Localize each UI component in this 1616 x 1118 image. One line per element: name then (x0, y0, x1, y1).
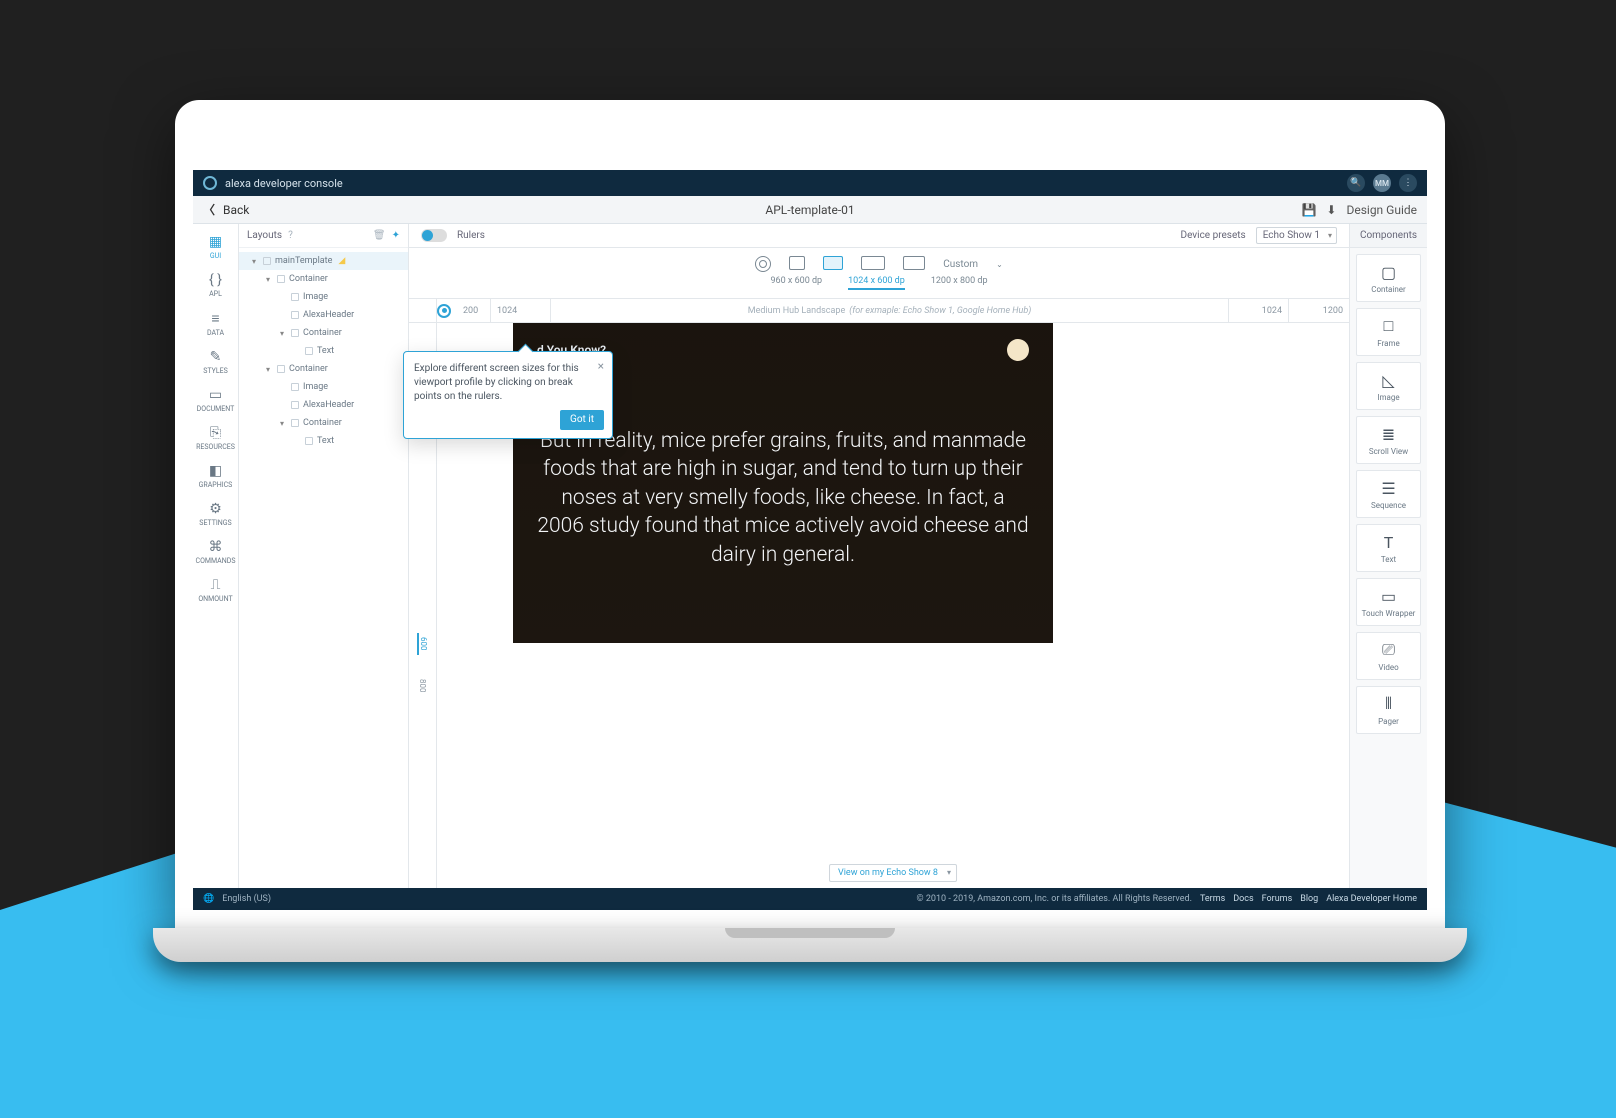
footer-link-forums[interactable]: Forums (1262, 894, 1293, 904)
close-icon[interactable]: × (598, 358, 604, 375)
help-icon[interactable]: ? (288, 230, 293, 241)
tree-row[interactable]: Image (239, 378, 408, 396)
view-on-device-select[interactable]: View on my Echo Show 8 (829, 864, 957, 882)
search-icon[interactable]: 🔍 (1347, 174, 1365, 192)
horizontal-ruler[interactable]: 200 1024 Medium Hub Landscape (for exmap… (409, 299, 1349, 323)
component-pager[interactable]: ⦀Pager (1356, 686, 1421, 734)
rail-settings[interactable]: ⚙SETTINGS (193, 495, 238, 533)
viewport-small-icon[interactable] (789, 256, 805, 270)
rail-onmount[interactable]: ⎍ONMOUNT (193, 571, 238, 609)
viewport-round-icon[interactable] (755, 256, 771, 272)
footer-link-blog[interactable]: Blog (1300, 894, 1318, 904)
component-scroll-view[interactable]: ≣Scroll View (1356, 416, 1421, 464)
user-avatar[interactable]: MM (1373, 174, 1391, 192)
data-icon: ≡ (211, 310, 219, 327)
download-icon[interactable]: ⬇ (1326, 203, 1336, 217)
tree-row[interactable]: AlexaHeader (239, 396, 408, 414)
rail-data[interactable]: ≡DATA (193, 304, 238, 343)
tree-row[interactable]: ▾mainTemplate◢ (239, 252, 408, 270)
viewport-custom-label[interactable]: Custom (943, 259, 978, 270)
rulers-label: Rulers (457, 230, 485, 241)
resources-icon: ⎘ (210, 425, 221, 441)
delete-icon[interactable]: 🗑 (373, 230, 386, 241)
add-icon[interactable]: ✦ (392, 230, 400, 241)
app-title: alexa developer console (225, 177, 343, 190)
layouts-header: Layouts (247, 230, 282, 241)
rulers-toggle[interactable] (421, 229, 447, 242)
footer-link-terms[interactable]: Terms (1200, 894, 1225, 904)
document-title: APL-template-01 (765, 203, 854, 217)
onboarding-tooltip: × Explore different screen sizes for thi… (403, 351, 613, 439)
rail-gui[interactable]: ▦GUI (193, 228, 238, 266)
chevron-down-icon[interactable]: ⌄ (996, 260, 1003, 269)
device-preset-select[interactable]: Echo Show 1 (1256, 227, 1337, 244)
graphics-icon: ◧ (209, 463, 222, 479)
alexa-ring-icon (203, 176, 217, 190)
component-frame[interactable]: □Frame (1356, 308, 1421, 356)
viewport-tv-icon[interactable] (903, 256, 925, 270)
tree-row[interactable]: ▾Container (239, 360, 408, 378)
viewport-medium-icon[interactable] (823, 256, 843, 270)
tree-row[interactable]: Text (239, 432, 408, 450)
tree-row[interactable]: ▾Container (239, 270, 408, 288)
preview-body-text: But in reality, mice prefer grains, frui… (537, 427, 1029, 569)
component-video[interactable]: ⎚Video (1356, 632, 1421, 680)
components-header: Components (1350, 224, 1427, 248)
component-text[interactable]: TText (1356, 524, 1421, 572)
size-option-1[interactable]: 1024 x 600 dp (848, 276, 905, 290)
layouts-panel: Layouts ? 🗑 ✦ ▾mainTemplate◢▾ContainerIm… (239, 224, 409, 888)
size-option-2[interactable]: 1200 x 800 dp (931, 276, 988, 290)
component-container[interactable]: ▢Container (1356, 254, 1421, 302)
tooltip-got-it-button[interactable]: Got it (560, 410, 604, 430)
rail-styles[interactable]: ✎STYLES (193, 343, 238, 381)
copyright-text: © 2010 - 2019, Amazon.com, Inc. or its a… (917, 894, 1192, 904)
rail-resources[interactable]: ⎘RESOURCES (193, 419, 238, 457)
back-button[interactable]: Back (223, 203, 249, 217)
device-presets-label: Device presets (1181, 230, 1246, 241)
document-icon: ▭ (209, 387, 222, 403)
pencil-icon: ✎ (210, 349, 222, 365)
footer-link-home[interactable]: Alexa Developer Home (1326, 894, 1417, 904)
save-icon[interactable]: 💾 (1301, 203, 1316, 217)
component-image[interactable]: ◺Image (1356, 362, 1421, 410)
rail-document[interactable]: ▭DOCUMENT (193, 381, 238, 419)
tooltip-text: Explore different screen sizes for this … (414, 363, 579, 402)
gear-icon: ⚙ (209, 501, 222, 517)
components-panel: Components ▢Container □Frame ◺Image ≣Scroll… (1349, 224, 1427, 888)
rail-graphics[interactable]: ◧GRAPHICS (193, 457, 238, 495)
laptop-frame: alexa developer console 🔍 MM ⋮ 〈 Back AP… (175, 100, 1445, 962)
footer-link-docs[interactable]: Docs (1233, 894, 1253, 904)
tree-row[interactable]: Image (239, 288, 408, 306)
tree-row[interactable]: Text (239, 342, 408, 360)
tree-row[interactable]: AlexaHeader (239, 306, 408, 324)
tree-row[interactable]: ▾Container (239, 414, 408, 432)
app-topbar: alexa developer console 🔍 MM ⋮ (193, 170, 1427, 196)
onmount-icon: ⎍ (211, 577, 221, 593)
component-sequence[interactable]: ☰Sequence (1356, 470, 1421, 518)
component-touch-wrapper[interactable]: ▭Touch Wrapper (1356, 578, 1421, 626)
viewport-picker: Custom ⌄ 960 x 600 dp 1024 x 600 dp 1200… (409, 248, 1349, 299)
command-icon: ⌘ (209, 539, 223, 555)
gui-icon: ▦ (209, 234, 222, 250)
left-rail: ▦GUI { }APL ≡DATA ✎STYLES ▭DOCUMENT ⎘RES… (193, 224, 239, 888)
preview-badge-icon (1007, 339, 1029, 361)
rail-apl[interactable]: { }APL (193, 266, 238, 304)
ruler-breakpoint-icon[interactable] (437, 304, 451, 318)
design-guide-link[interactable]: Design Guide (1346, 203, 1417, 217)
more-menu-icon[interactable]: ⋮ (1399, 174, 1417, 192)
rail-commands[interactable]: ⌘COMMANDS (193, 533, 238, 571)
ruler-description: Medium Hub Landscape (for exmaple: Echo … (551, 299, 1229, 322)
size-option-0[interactable]: 960 x 600 dp (770, 276, 822, 290)
back-chevron-icon[interactable]: 〈 (203, 201, 215, 218)
language-label[interactable]: English (US) (222, 894, 271, 904)
globe-icon: 🌐 (203, 894, 214, 904)
canvas-area: Rulers Device presets Echo Show 1 Cust (409, 224, 1349, 888)
subheader-bar: 〈 Back APL-template-01 💾 ⬇ Design Guide (193, 196, 1427, 224)
braces-icon: { } (209, 272, 222, 288)
viewport-large-icon[interactable] (861, 256, 885, 270)
footer-bar: 🌐 English (US) © 2010 - 2019, Amazon.com… (193, 888, 1427, 910)
tree-row[interactable]: ▾Container (239, 324, 408, 342)
